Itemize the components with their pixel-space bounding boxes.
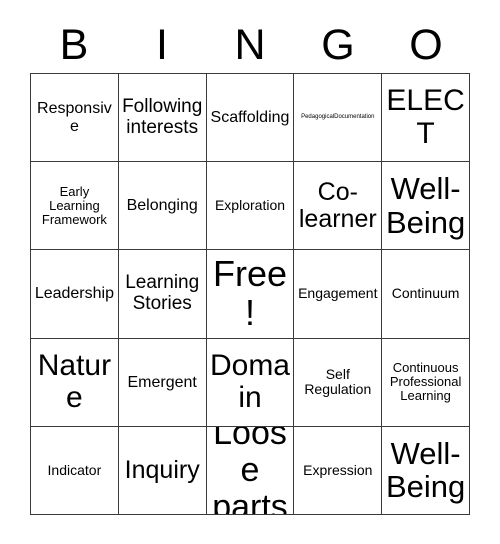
bingo-cell[interactable]: PedagogicalDocumentation bbox=[294, 74, 383, 163]
bingo-cell-label: Nature bbox=[37, 348, 112, 415]
bingo-cell-label: Well-Being bbox=[385, 435, 466, 505]
bingo-cell-label: Expression bbox=[303, 461, 373, 478]
bingo-cell[interactable]: Expression bbox=[294, 426, 383, 515]
bingo-cell-label: Well-Being bbox=[385, 171, 466, 240]
bingo-cell[interactable]: Learning Stories bbox=[118, 250, 207, 339]
bingo-cell-label: Engagement bbox=[298, 285, 378, 302]
bingo-cell-label: Self Regulation bbox=[304, 366, 372, 398]
bingo-cell-label: Indicator bbox=[47, 461, 102, 478]
bingo-cell[interactable]: Indicator bbox=[31, 426, 119, 515]
bingo-cell-label: Loose parts bbox=[212, 426, 288, 515]
bingo-cell-label: Responsive bbox=[37, 100, 112, 135]
bingo-header-letter-b: B bbox=[59, 21, 89, 69]
bingo-cell[interactable]: Self Regulation bbox=[294, 338, 383, 427]
bingo-cell-label: Free! bbox=[212, 253, 287, 333]
bingo-header-row: BINGO bbox=[30, 18, 470, 73]
bingo-cell[interactable]: Belonging bbox=[118, 162, 207, 251]
bingo-cell[interactable]: Co-learner bbox=[294, 162, 383, 251]
bingo-cell[interactable]: Inquiry bbox=[118, 426, 207, 515]
bingo-cell-label: Belonging bbox=[126, 197, 198, 215]
bingo-cell-label: Learning Stories bbox=[125, 272, 200, 314]
bingo-header-letter-o: O bbox=[409, 21, 443, 69]
bingo-header-letter-n: N bbox=[234, 21, 266, 69]
bingo-cell[interactable]: ELECT bbox=[382, 74, 470, 163]
bingo-cell-label: Continuum bbox=[391, 285, 460, 302]
bingo-cell[interactable]: Continuous Professional Learning bbox=[382, 338, 470, 427]
bingo-cell[interactable]: Well-Being bbox=[382, 162, 470, 251]
bingo-cell[interactable]: Emergent bbox=[118, 338, 207, 427]
bingo-cell-label: Continuous Professional Learning bbox=[389, 360, 462, 404]
bingo-cell-label: Leadership bbox=[34, 285, 114, 303]
bingo-header-letter-g: G bbox=[321, 21, 355, 69]
bingo-cell-label: ELECT bbox=[386, 84, 465, 150]
bingo-cell-label: Co-learner bbox=[298, 177, 377, 233]
bingo-cell[interactable]: Responsive bbox=[31, 74, 119, 163]
bingo-card: B I N G O Responsive Following interests Scaff… bbox=[0, 0, 500, 544]
bingo-cell-label: Scaffolding bbox=[210, 108, 290, 126]
bingo-cell[interactable]: Leadership bbox=[31, 250, 119, 339]
bingo-cell[interactable]: Following interests bbox=[118, 74, 207, 163]
bingo-cell[interactable]: Early Learning Framework bbox=[31, 162, 119, 251]
bingo-cell-label: Domain bbox=[209, 348, 290, 415]
bingo-cell-label: Inquiry bbox=[124, 455, 200, 484]
bingo-cell[interactable]: Loose parts bbox=[206, 426, 295, 515]
bingo-cell-label: Early Learning Framework bbox=[41, 183, 107, 227]
bingo-cell[interactable]: Well-Being bbox=[382, 426, 470, 515]
bingo-cell[interactable]: Engagement bbox=[294, 250, 383, 339]
bingo-grid: Responsive Following interests Scaffolding… bbox=[30, 73, 470, 515]
bingo-cell[interactable]: Nature bbox=[31, 338, 119, 427]
bingo-cell-label: Following interests bbox=[122, 96, 203, 138]
bingo-cell[interactable]: Continuum bbox=[382, 250, 470, 339]
bingo-cell[interactable]: Exploration bbox=[206, 162, 295, 251]
bingo-cell[interactable]: Scaffolding bbox=[206, 74, 295, 163]
bingo-cell[interactable]: Domain bbox=[206, 338, 295, 427]
bingo-cell-label: PedagogicalDocumentation bbox=[301, 114, 375, 121]
bingo-header-letter-i: I bbox=[156, 21, 168, 69]
bingo-free-space-cell[interactable]: Free! bbox=[206, 250, 295, 339]
bingo-cell-label: Emergent bbox=[127, 373, 197, 391]
bingo-cell-label: Exploration bbox=[214, 197, 286, 214]
